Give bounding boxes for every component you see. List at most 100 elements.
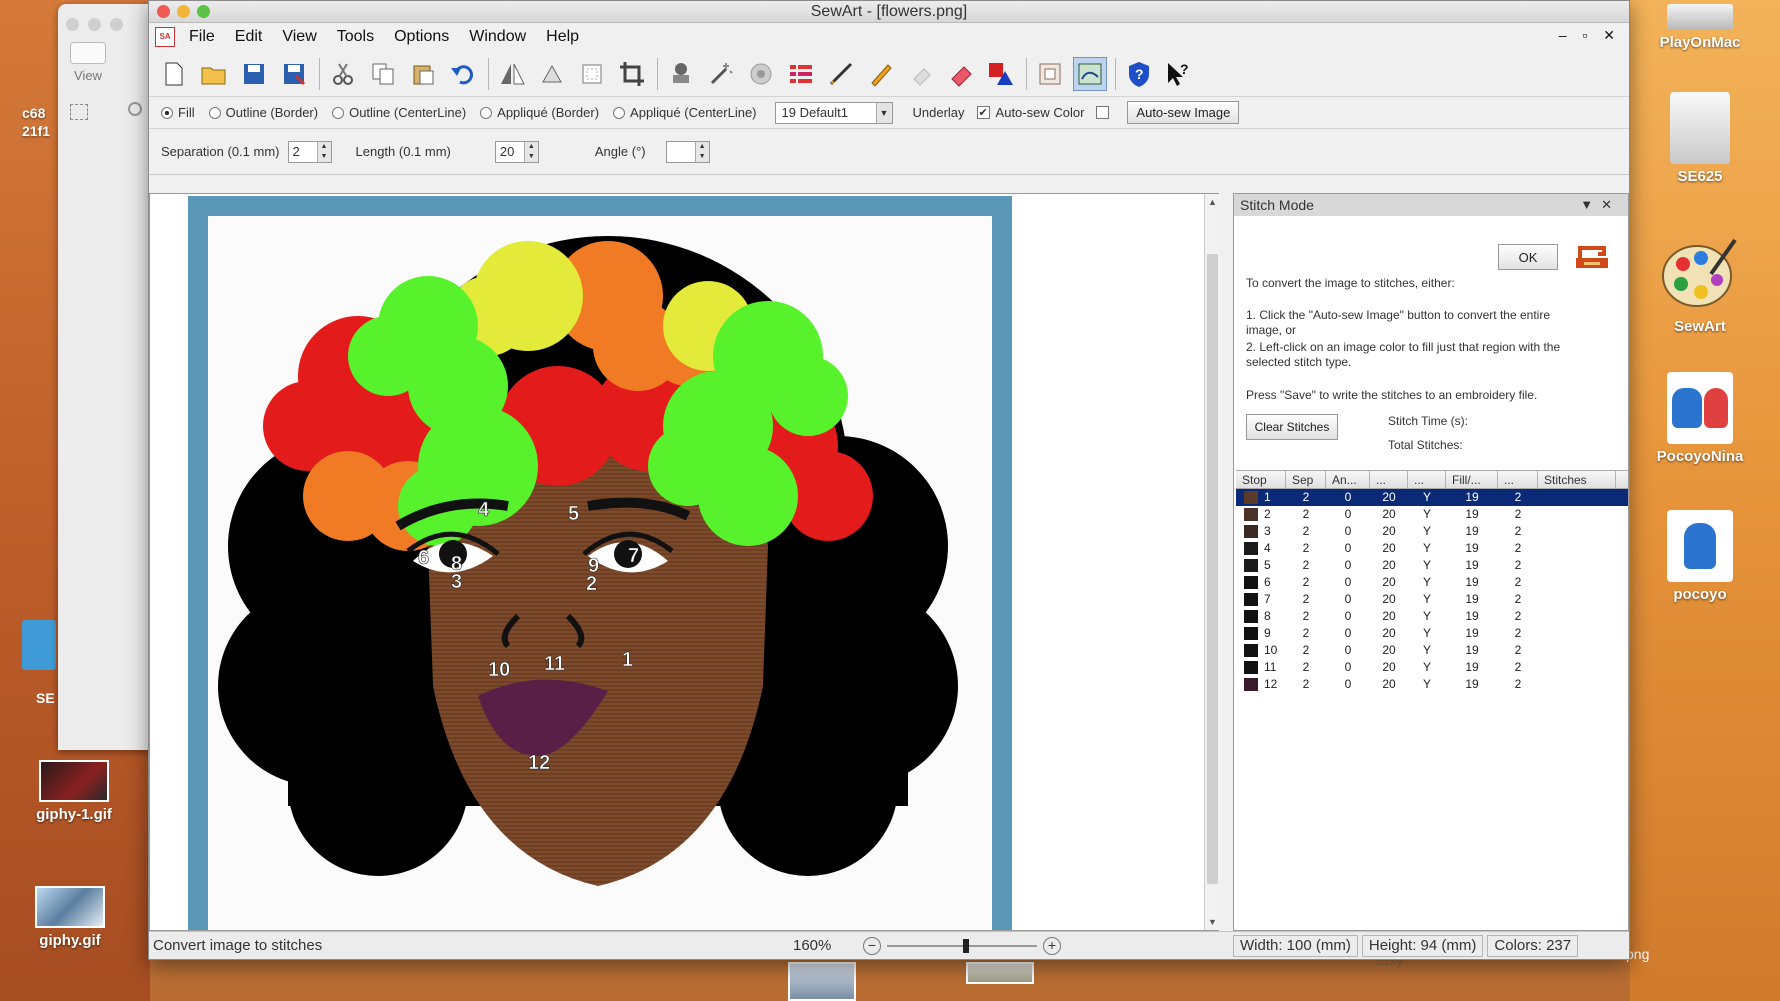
embroidery-image[interactable]: 4 5 6 8 3 9 2 7 10 11 1 12 xyxy=(208,216,992,930)
grid-icon[interactable] xyxy=(1033,57,1067,91)
radio-button[interactable] xyxy=(208,106,221,119)
table-row[interactable]: 6 2 0 20 Y 19 2 xyxy=(1236,574,1628,591)
save-as-icon[interactable] xyxy=(277,57,311,91)
length-stepper[interactable]: 20 ▲ ▼ xyxy=(494,140,539,163)
column-header[interactable]: Fill/... xyxy=(1446,471,1498,488)
table-row[interactable]: 8 2 0 20 Y 19 2 xyxy=(1236,608,1628,625)
selection-tool-icon[interactable] xyxy=(70,104,88,120)
menu-file[interactable]: File xyxy=(179,23,225,51)
radio-button[interactable] xyxy=(480,106,493,119)
stamp-icon[interactable] xyxy=(664,57,698,91)
stitch-stops-table[interactable]: Stop Sep An... ... ... Fill/... ... Stit… xyxy=(1236,470,1628,926)
desktop-icon-se625[interactable]: SE625 xyxy=(1640,92,1760,185)
desktop-icon-playonmac[interactable]: PlayOnMac xyxy=(1640,0,1760,51)
column-header[interactable]: ... xyxy=(1408,471,1446,488)
close-icon[interactable] xyxy=(157,5,170,18)
resize-icon[interactable] xyxy=(575,57,609,91)
zoom-icon[interactable] xyxy=(197,5,210,18)
chevron-down-icon[interactable]: ▼ xyxy=(875,102,892,123)
vertical-scrollbar[interactable]: ▲ ▼ xyxy=(1204,194,1220,930)
radio-button[interactable] xyxy=(161,106,173,119)
wand-icon[interactable] xyxy=(704,57,738,91)
desktop-file-giphy-1[interactable]: giphy-1.gif xyxy=(22,760,126,823)
fill-icon[interactable] xyxy=(904,57,938,91)
dock-thumbnail[interactable] xyxy=(788,962,856,1001)
crop-icon[interactable] xyxy=(615,57,649,91)
updown-icon[interactable]: ▲ ▼ xyxy=(316,141,331,162)
column-header[interactable]: ... xyxy=(1370,471,1408,488)
save-icon[interactable] xyxy=(237,57,271,91)
zoom-slider-thumb[interactable] xyxy=(963,938,969,953)
separation-value[interactable]: 2 xyxy=(289,144,317,159)
table-row[interactable]: 2 2 0 20 Y 19 2 xyxy=(1236,506,1628,523)
sewing-machine-icon[interactable] xyxy=(1574,244,1610,272)
undo-icon[interactable] xyxy=(446,57,480,91)
table-row[interactable]: 11 2 0 20 Y 19 2 xyxy=(1236,659,1628,676)
scroll-up-icon[interactable]: ▲ xyxy=(1205,194,1220,210)
table-row[interactable]: 5 2 0 20 Y 19 2 xyxy=(1236,557,1628,574)
chevron-down-icon[interactable]: ▼ xyxy=(1580,197,1601,212)
radio-outline-centerline[interactable]: Outline (CenterLine) xyxy=(332,105,466,120)
zoom-out-icon[interactable]: − xyxy=(863,936,881,955)
close-icon[interactable]: ✕ xyxy=(1601,197,1620,212)
column-header[interactable]: ... xyxy=(1498,471,1538,488)
radio-applique-centerline[interactable]: Appliqué (CenterLine) xyxy=(613,105,757,120)
updown-icon[interactable]: ▲ ▼ xyxy=(523,141,538,162)
angle-stepper[interactable]: ▲ ▼ xyxy=(665,140,710,163)
rotate-icon[interactable] xyxy=(535,57,569,91)
context-help-icon[interactable]: ? xyxy=(1162,57,1196,91)
table-row[interactable]: 4 2 0 20 Y 19 2 xyxy=(1236,540,1628,557)
shapes-icon[interactable] xyxy=(984,57,1018,91)
scroll-down-icon[interactable]: ▼ xyxy=(1205,914,1220,930)
table-row[interactable]: 10 2 0 20 Y 19 2 xyxy=(1236,642,1628,659)
palette-reduce-icon[interactable] xyxy=(784,57,818,91)
close-icon[interactable] xyxy=(66,18,79,31)
length-value[interactable]: 20 xyxy=(496,144,524,159)
table-row[interactable]: 7 2 0 20 Y 19 2 xyxy=(1236,591,1628,608)
auto-sew-image-button[interactable]: Auto-sew Image xyxy=(1127,101,1240,124)
table-row[interactable]: 3 2 0 20 Y 19 2 xyxy=(1236,523,1628,540)
radio-fill[interactable]: Fill xyxy=(161,105,195,120)
desktop-icon-pocoyo[interactable]: pocoyo xyxy=(1640,510,1760,603)
updown-icon[interactable]: ▲ ▼ xyxy=(694,141,709,162)
stitch-mode-icon[interactable] xyxy=(1073,56,1107,91)
merge-icon[interactable] xyxy=(744,57,778,91)
copy-icon[interactable] xyxy=(366,57,400,91)
ok-button[interactable]: OK xyxy=(1498,244,1558,270)
panel-controls[interactable]: ▼✕ xyxy=(1580,194,1620,216)
paste-icon[interactable] xyxy=(406,57,440,91)
autosew-color-checkbox[interactable] xyxy=(1096,106,1110,119)
radio-outline-border[interactable]: Outline (Border) xyxy=(208,105,318,120)
menu-window[interactable]: Window xyxy=(459,23,536,51)
minimize-icon[interactable] xyxy=(177,5,190,18)
image-canvas[interactable]: 4 5 6 8 3 9 2 7 10 11 1 12 ▲ ▼ xyxy=(149,193,1220,931)
pencil-icon[interactable] xyxy=(864,57,898,91)
help-icon[interactable]: ? xyxy=(1122,57,1156,91)
table-row[interactable]: 9 2 0 20 Y 19 2 xyxy=(1236,625,1628,642)
desktop-blue-folder[interactable] xyxy=(22,620,56,670)
cut-icon[interactable] xyxy=(326,57,360,91)
column-header[interactable]: An... xyxy=(1326,471,1370,488)
magnifier-icon[interactable] xyxy=(128,102,142,116)
mdi-window-controls[interactable]: – ▫ ✕ xyxy=(1559,27,1621,44)
new-icon[interactable] xyxy=(157,57,191,91)
menu-edit[interactable]: Edit xyxy=(225,23,273,51)
zoom-in-icon[interactable]: + xyxy=(1043,936,1061,955)
radio-applique-border[interactable]: Appliqué (Border) xyxy=(480,105,599,120)
menu-options[interactable]: Options xyxy=(384,23,459,51)
desktop-icon-pocoyonina[interactable]: PocoyoNina xyxy=(1640,372,1760,465)
fill-pattern-select[interactable]: 19 Default1 ▼ xyxy=(774,101,893,124)
column-header[interactable]: Sep xyxy=(1286,471,1326,488)
mirror-icon[interactable] xyxy=(495,57,529,91)
menu-tools[interactable]: Tools xyxy=(327,23,384,51)
app-icon[interactable]: SA xyxy=(155,27,175,47)
separation-stepper[interactable]: 2 ▲ ▼ xyxy=(287,140,332,163)
menu-view[interactable]: View xyxy=(272,23,326,51)
view-toggle-button[interactable] xyxy=(70,42,106,64)
column-header[interactable]: Stop xyxy=(1236,471,1286,488)
zoom-slider[interactable] xyxy=(887,937,1037,955)
desktop-file-giphy[interactable]: giphy.gif xyxy=(18,886,122,949)
open-icon[interactable] xyxy=(197,57,231,91)
desktop-icon-sewart[interactable]: SewArt xyxy=(1640,232,1760,335)
menu-help[interactable]: Help xyxy=(536,23,589,51)
